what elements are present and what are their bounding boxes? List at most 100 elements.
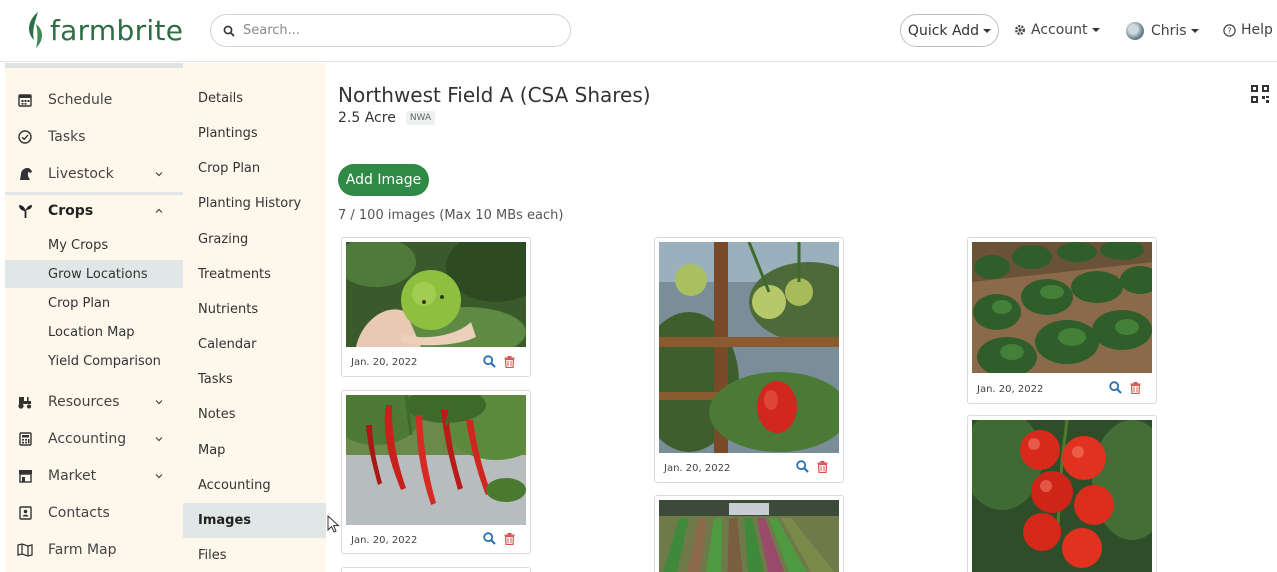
sidebar-item-schedule[interactable]: Schedule xyxy=(5,83,183,117)
tab-label: Details xyxy=(198,91,244,106)
image-thumbnail[interactable] xyxy=(346,395,526,525)
account-menu[interactable]: Account xyxy=(1014,22,1100,38)
trash-icon[interactable] xyxy=(1130,382,1141,394)
caret-down-icon xyxy=(1190,29,1199,33)
image-thumbnail[interactable] xyxy=(659,242,839,453)
zoom-icon[interactable] xyxy=(796,460,809,473)
tab-accounting[interactable]: Accounting xyxy=(183,468,326,503)
sprout-icon xyxy=(17,203,33,219)
tab-label: Images xyxy=(198,513,252,528)
sidebar-subitem-crop-plan[interactable]: Crop Plan xyxy=(5,289,183,317)
chevron-up-icon xyxy=(155,208,163,213)
image-count-text: 7 / 100 images (Max 10 MBs each) xyxy=(338,208,564,223)
image-thumbnail[interactable] xyxy=(972,420,1152,572)
location-subnav: Details Plantings Crop Plan Planting His… xyxy=(183,63,326,572)
tab-grazing[interactable]: Grazing xyxy=(183,222,326,257)
sidebar-item-label: Farm Map xyxy=(48,542,117,558)
contact-card-icon xyxy=(17,505,33,521)
calculator-icon xyxy=(17,431,33,447)
tab-label: Plantings xyxy=(198,126,258,141)
tab-files[interactable]: Files xyxy=(183,538,326,572)
image-date: Jan. 20, 2022 xyxy=(664,463,731,474)
qr-code-icon[interactable] xyxy=(1250,84,1270,104)
image-thumbnail[interactable] xyxy=(972,242,1152,373)
avatar xyxy=(1126,22,1144,40)
mouse-pointer-icon xyxy=(327,515,340,533)
zoom-icon[interactable] xyxy=(483,532,496,545)
sidebar-item-crops[interactable]: Crops xyxy=(5,194,183,228)
sidebar-subitem-label: My Crops xyxy=(48,237,109,253)
tab-label: Tasks xyxy=(198,372,233,387)
sidebar-subitem-my-crops[interactable]: My Crops xyxy=(5,231,183,259)
add-image-button[interactable]: Add Image xyxy=(338,164,429,196)
tab-label: Accounting xyxy=(198,478,271,493)
svg-text:?: ? xyxy=(1227,26,1231,35)
quick-add-button[interactable]: Quick Add xyxy=(900,14,999,47)
sidebar-item-label: Market xyxy=(48,468,97,484)
tab-plantings[interactable]: Plantings xyxy=(183,116,326,151)
sidebar-item-farm-map[interactable]: Farm Map xyxy=(5,533,183,567)
trash-icon[interactable] xyxy=(504,356,515,368)
tab-map[interactable]: Map xyxy=(183,433,326,468)
tab-crop-plan[interactable]: Crop Plan xyxy=(183,151,326,186)
top-bar: farmbrite Quick Add Account Chris ? Help xyxy=(0,0,1277,62)
tab-planting-history[interactable]: Planting History xyxy=(183,186,326,221)
sidebar-item-contacts[interactable]: Contacts xyxy=(5,496,183,530)
tab-images[interactable]: Images xyxy=(183,503,326,538)
sidebar-item-label: Livestock xyxy=(48,166,114,182)
image-card xyxy=(967,415,1157,572)
trash-icon[interactable] xyxy=(817,461,828,473)
tab-label: Nutrients xyxy=(198,302,259,317)
image-date: Jan. 20, 2022 xyxy=(351,535,418,546)
help-link[interactable]: ? Help xyxy=(1223,22,1273,38)
location-size-line: 2.5 Acre NWA xyxy=(338,110,436,126)
sidebar-subitem-location-map[interactable]: Location Map xyxy=(5,318,183,346)
account-label: Account xyxy=(1031,22,1088,38)
sidebar-top-divider xyxy=(5,63,183,68)
tab-label: Map xyxy=(198,443,226,458)
sidebar-item-resources[interactable]: Resources xyxy=(5,385,183,419)
sidebar-subitem-grow-locations[interactable]: Grow Locations xyxy=(5,260,183,288)
help-label: Help xyxy=(1241,22,1273,38)
image-card: Jan. 20, 2022 xyxy=(341,237,531,377)
farmbrite-logo[interactable]: farmbrite xyxy=(24,10,183,50)
tab-label: Files xyxy=(198,548,227,563)
tab-nutrients[interactable]: Nutrients xyxy=(183,292,326,327)
tab-tasks[interactable]: Tasks xyxy=(183,362,326,397)
tab-notes[interactable]: Notes xyxy=(183,397,326,432)
image-thumbnail[interactable] xyxy=(659,500,839,572)
trash-icon[interactable] xyxy=(504,533,515,545)
image-date: Jan. 20, 2022 xyxy=(351,357,418,368)
user-menu[interactable]: Chris xyxy=(1126,22,1199,40)
brand-name: farmbrite xyxy=(50,13,184,47)
sidebar-item-market[interactable]: Market xyxy=(5,459,183,493)
sidebar-subitem-label: Location Map xyxy=(48,324,135,340)
sidebar-item-label: Accounting xyxy=(48,431,127,447)
user-name: Chris xyxy=(1151,23,1187,39)
tab-label: Treatments xyxy=(198,267,271,282)
search-box[interactable] xyxy=(210,14,571,47)
tab-details[interactable]: Details xyxy=(183,81,326,116)
chevron-down-icon xyxy=(155,474,163,479)
check-circle-icon xyxy=(17,129,33,145)
image-thumbnail[interactable] xyxy=(346,242,526,347)
tab-label: Calendar xyxy=(198,337,257,352)
sidebar-item-livestock[interactable]: Livestock xyxy=(5,157,183,191)
sidebar-item-label: Tasks xyxy=(48,129,86,145)
sidebar-item-label: Schedule xyxy=(48,92,113,108)
sidebar-subitem-label: Grow Locations xyxy=(48,266,148,282)
sidebar-subitem-yield-comparison[interactable]: Yield Comparison xyxy=(5,347,183,375)
quick-add-label: Quick Add xyxy=(907,22,980,39)
search-input[interactable] xyxy=(243,23,543,38)
zoom-icon[interactable] xyxy=(483,355,496,368)
sidebar-item-accounting[interactable]: Accounting xyxy=(5,422,183,456)
sidebar-item-label: Crops xyxy=(48,203,94,219)
sidebar-item-tasks[interactable]: Tasks xyxy=(5,120,183,154)
zoom-icon[interactable] xyxy=(1109,381,1122,394)
location-size: 2.5 Acre xyxy=(338,110,396,126)
main-sidebar: Schedule Tasks Livestock Crops My Crops … xyxy=(5,63,183,572)
caret-down-icon xyxy=(1091,28,1100,32)
store-icon xyxy=(17,468,33,484)
tab-calendar[interactable]: Calendar xyxy=(183,327,326,362)
tab-treatments[interactable]: Treatments xyxy=(183,257,326,292)
